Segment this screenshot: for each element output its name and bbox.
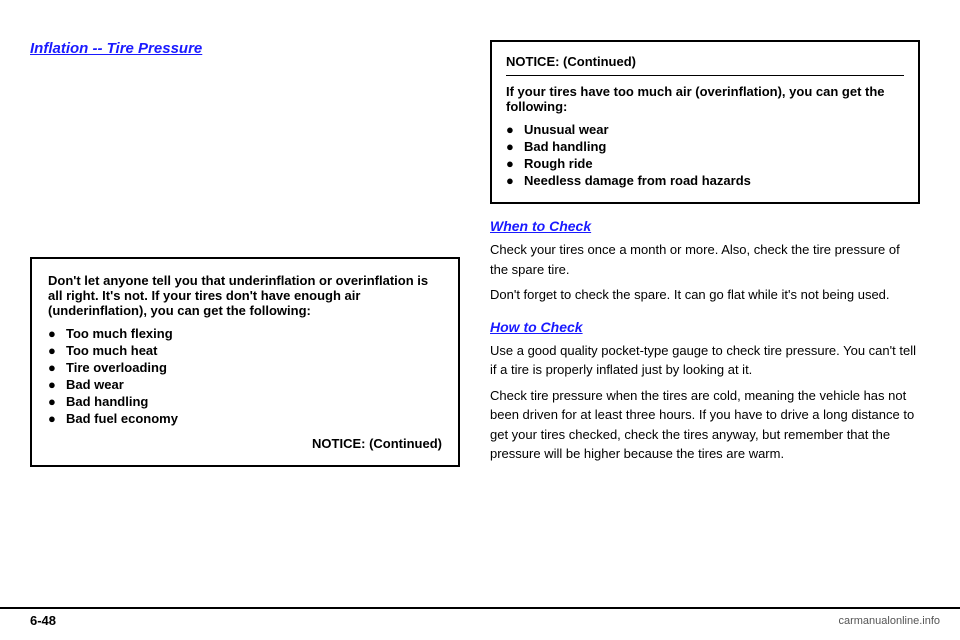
right-notice-title: NOTICE: (Continued) (506, 54, 904, 76)
page-number: 6-48 (0, 613, 56, 628)
underinflation-intro: Don't let anyone tell you that underinfl… (48, 273, 442, 318)
list-item-bad-handling: Bad handling (506, 139, 904, 154)
notice-continued-label: NOTICE: (Continued) (48, 436, 442, 451)
how-to-check-title: How to Check (490, 319, 920, 335)
when-to-check-text1: Check your tires once a month or more. A… (490, 240, 920, 279)
right-column: NOTICE: (Continued) If your tires have t… (490, 40, 920, 470)
page-footer: 6-48 carmanualonline.info (0, 607, 960, 628)
underinflation-list: Too much flexing Too much heat Tire over… (48, 326, 442, 426)
how-to-check-text2: Check tire pressure when the tires are c… (490, 386, 920, 464)
overinflation-list: Unusual wear Bad handling Rough ride Nee… (506, 122, 904, 188)
list-item-rough-ride: Rough ride (506, 156, 904, 171)
when-to-check-text2: Don't forget to check the spare. It can … (490, 285, 920, 305)
underinflation-notice-box: Don't let anyone tell you that underinfl… (30, 257, 460, 467)
when-to-check-title: When to Check (490, 218, 920, 234)
left-column: Inflation -- Tire Pressure Don't let any… (30, 40, 460, 467)
list-item-bad-fuel: Bad fuel economy (48, 411, 442, 426)
list-item-flexing: Too much flexing (48, 326, 442, 341)
page-container: Inflation -- Tire Pressure Don't let any… (0, 0, 960, 640)
list-item-needless-damage: Needless damage from road hazards (506, 173, 904, 188)
footer-logo: carmanualonline.info (838, 615, 960, 627)
how-to-check-text1: Use a good quality pocket-type gauge to … (490, 341, 920, 380)
list-item-heat: Too much heat (48, 343, 442, 358)
page-title: Inflation -- Tire Pressure (30, 40, 460, 57)
list-item-bad-handling: Bad handling (48, 394, 442, 409)
list-item-overloading: Tire overloading (48, 360, 442, 375)
overinflation-intro: If your tires have too much air (overinf… (506, 84, 904, 114)
overinflation-notice-box: NOTICE: (Continued) If your tires have t… (490, 40, 920, 204)
list-item-unusual-wear: Unusual wear (506, 122, 904, 137)
list-item-bad-wear: Bad wear (48, 377, 442, 392)
